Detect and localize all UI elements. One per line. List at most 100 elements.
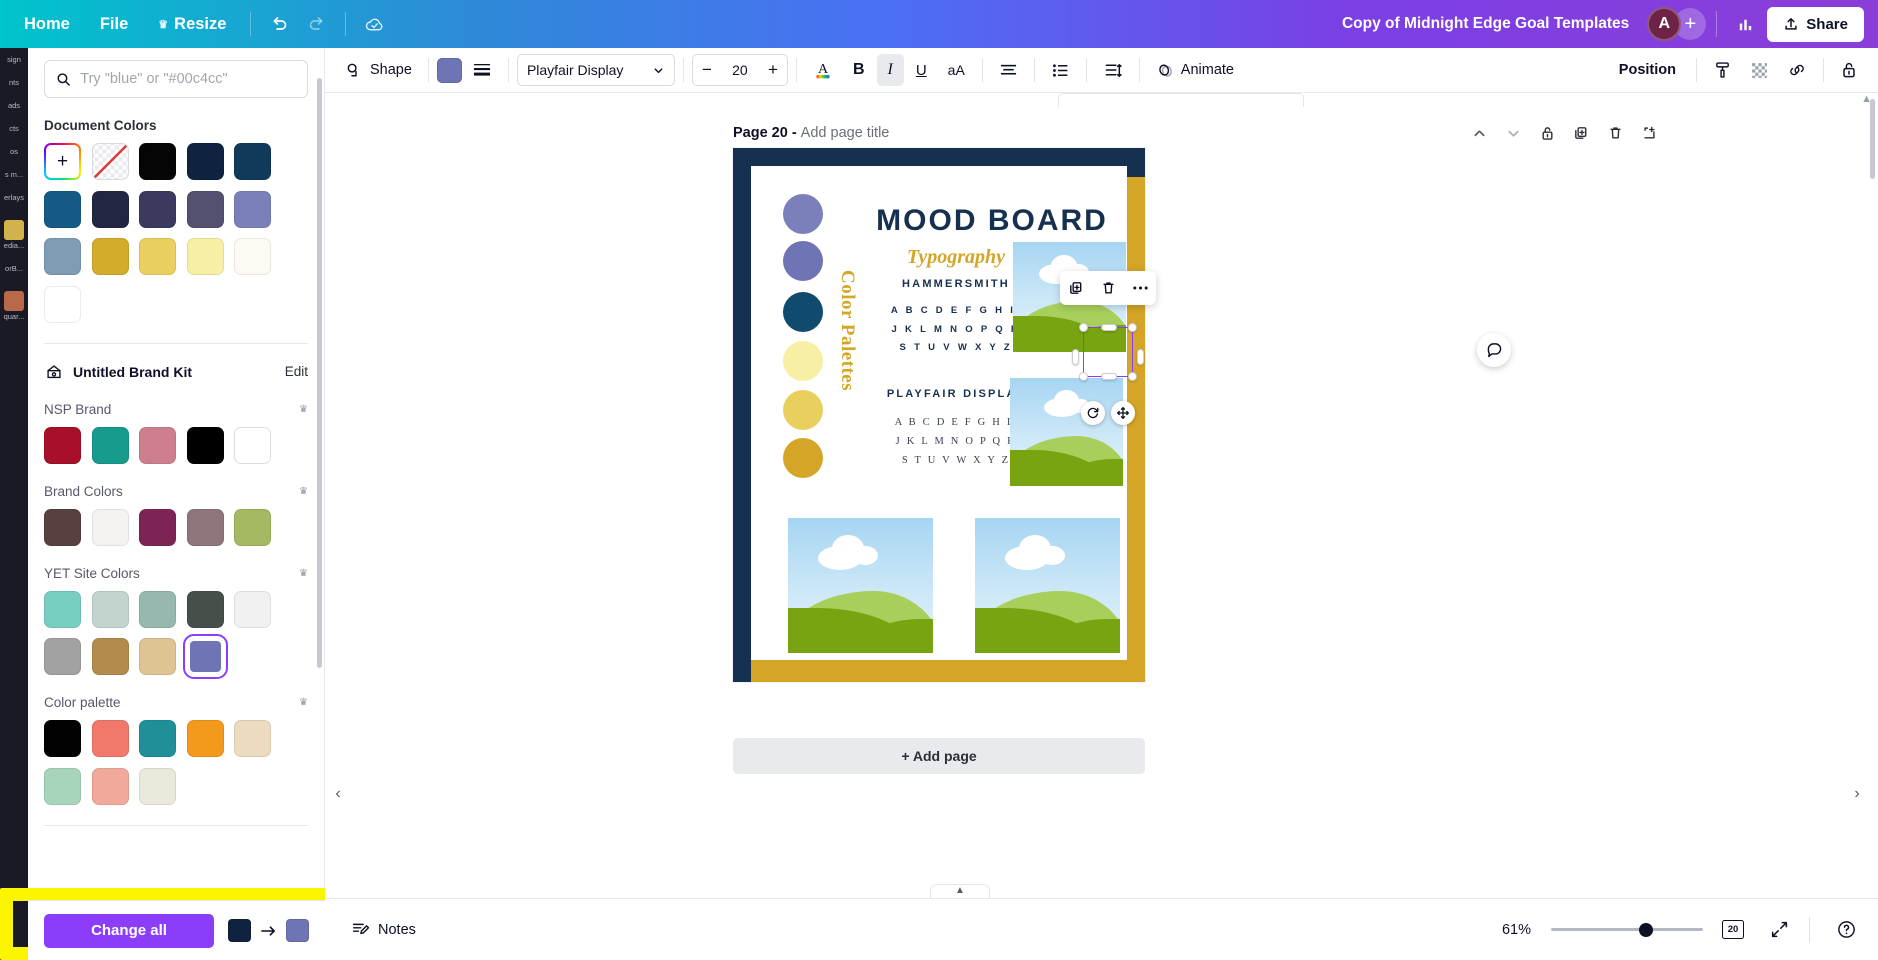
bulleted-list-button[interactable] — [1043, 54, 1078, 86]
zoom-slider[interactable] — [1551, 922, 1703, 937]
more-options-button[interactable] — [1127, 275, 1153, 301]
color-swatch[interactable] — [234, 590, 271, 628]
color-swatch[interactable] — [44, 238, 81, 275]
color-swatch[interactable] — [91, 508, 129, 546]
color-swatch[interactable] — [91, 238, 129, 275]
rail-item[interactable]: nts — [0, 71, 28, 94]
color-swatch[interactable] — [91, 767, 129, 805]
document-title[interactable]: Copy of Midnight Edge Goal Templates — [1330, 9, 1641, 39]
mood-board-title[interactable]: MOOD BOARD — [867, 204, 1117, 238]
duplicate-page-button[interactable] — [1567, 119, 1595, 147]
color-palettes-vertical-label[interactable]: Color Palettes — [832, 270, 858, 440]
link-button[interactable] — [1779, 54, 1815, 86]
next-page-arrow[interactable]: › — [1846, 783, 1868, 805]
selection-bounding-box[interactable] — [1072, 323, 1144, 381]
color-swatch[interactable] — [234, 508, 271, 546]
font-size-increase-button[interactable]: + — [759, 55, 787, 85]
color-swatch[interactable] — [91, 426, 129, 464]
color-swatch[interactable] — [139, 143, 176, 180]
color-swatch-selected[interactable] — [182, 634, 228, 679]
color-swatch[interactable] — [44, 508, 81, 546]
move-page-down-button[interactable] — [1499, 119, 1527, 147]
resize-handle-top[interactable] — [1101, 324, 1117, 331]
rail-item[interactable]: sign — [0, 48, 28, 71]
color-swatch[interactable] — [139, 238, 176, 275]
add-color-swatch[interactable]: + — [44, 143, 81, 180]
color-swatch[interactable] — [44, 190, 81, 228]
letter-case-button[interactable]: aA — [939, 54, 974, 86]
color-swatch[interactable] — [91, 190, 129, 228]
color-swatch[interactable] — [44, 638, 81, 675]
help-button[interactable] — [1830, 914, 1862, 946]
page-title-input[interactable]: Add page title — [801, 125, 890, 141]
resize-handle-top-right[interactable] — [1128, 323, 1137, 332]
palette-dot[interactable] — [783, 292, 823, 332]
font-size-input[interactable]: 20 — [721, 62, 759, 78]
undo-button[interactable] — [261, 6, 297, 42]
cloud-saved-button[interactable] — [356, 6, 392, 42]
rail-item[interactable]: erlays — [0, 186, 28, 209]
palette-dot[interactable] — [783, 390, 823, 430]
file-menu-button[interactable]: File — [86, 7, 142, 42]
color-swatch[interactable] — [186, 508, 224, 546]
color-swatch[interactable] — [234, 720, 271, 757]
color-swatch[interactable] — [234, 190, 271, 228]
delete-page-button[interactable] — [1601, 119, 1629, 147]
add-comment-button[interactable] — [1477, 333, 1511, 367]
color-swatch[interactable] — [186, 590, 224, 628]
color-swatch[interactable] — [44, 426, 81, 464]
rail-item[interactable]: quar... — [0, 280, 28, 328]
expand-panel-tab[interactable]: ▲ — [930, 884, 990, 898]
fullscreen-button[interactable] — [1763, 914, 1795, 946]
panel-scrollbar[interactable] — [317, 78, 322, 668]
avatar[interactable]: A — [1647, 7, 1682, 41]
resize-handle-bottom-right[interactable] — [1128, 372, 1137, 381]
shape-button[interactable]: Shape — [337, 54, 420, 86]
text-color-button[interactable]: A — [805, 54, 841, 86]
rail-item[interactable]: edia... — [0, 209, 28, 257]
copy-style-button[interactable] — [1705, 54, 1740, 86]
brand-kit-row[interactable]: Untitled Brand Kit Edit — [44, 362, 308, 382]
page-grid-button[interactable]: 20 — [1717, 914, 1749, 946]
previous-page-arrow[interactable]: ‹ — [327, 783, 349, 805]
color-swatch[interactable] — [139, 720, 176, 757]
add-page-button[interactable]: + Add page — [733, 738, 1145, 774]
zoom-percent-label[interactable]: 61% — [1502, 922, 1531, 938]
color-swatch[interactable] — [139, 767, 176, 805]
italic-button[interactable]: I — [876, 54, 904, 86]
design-photo[interactable] — [975, 518, 1120, 653]
color-swatch[interactable] — [234, 238, 271, 275]
lock-page-button[interactable] — [1533, 119, 1561, 147]
resize-handle-left[interactable] — [1072, 349, 1079, 365]
color-swatch[interactable] — [44, 285, 81, 323]
duplicate-selection-button[interactable] — [1063, 275, 1089, 301]
font-size-decrease-button[interactable]: − — [693, 55, 721, 85]
border-style-button[interactable] — [464, 54, 500, 86]
color-swatch[interactable] — [91, 638, 129, 675]
move-page-up-button[interactable] — [1465, 119, 1493, 147]
color-search-input[interactable] — [80, 71, 296, 87]
resize-handle-bottom[interactable] — [1101, 373, 1117, 380]
rotate-handle-button[interactable] — [1081, 401, 1105, 425]
zoom-slider-knob[interactable] — [1639, 922, 1653, 937]
color-swatch[interactable] — [139, 508, 176, 546]
color-swatch[interactable] — [44, 720, 81, 757]
share-button[interactable]: Share — [1767, 6, 1864, 42]
position-button[interactable]: Position — [1607, 54, 1688, 86]
resize-button[interactable]: ♛ Resize — [144, 7, 240, 42]
design-photo[interactable] — [1010, 378, 1123, 486]
resize-handle-bottom-left[interactable] — [1079, 372, 1088, 381]
expand-page-button[interactable] — [1635, 119, 1663, 147]
rail-item[interactable]: orB... — [0, 257, 28, 280]
color-search-box[interactable] — [44, 60, 308, 98]
design-photo[interactable] — [788, 518, 933, 653]
insights-button[interactable] — [1727, 6, 1763, 42]
color-swatch[interactable] — [186, 190, 224, 228]
delete-selection-button[interactable] — [1095, 275, 1121, 301]
canvas-top-handle[interactable] — [1058, 93, 1304, 107]
canvas-scrollbar[interactable] — [1870, 99, 1875, 179]
color-swatch[interactable] — [234, 143, 271, 180]
color-swatch[interactable] — [186, 720, 224, 757]
rail-item[interactable]: cts — [0, 117, 28, 140]
animate-button[interactable]: Animate — [1148, 54, 1242, 86]
